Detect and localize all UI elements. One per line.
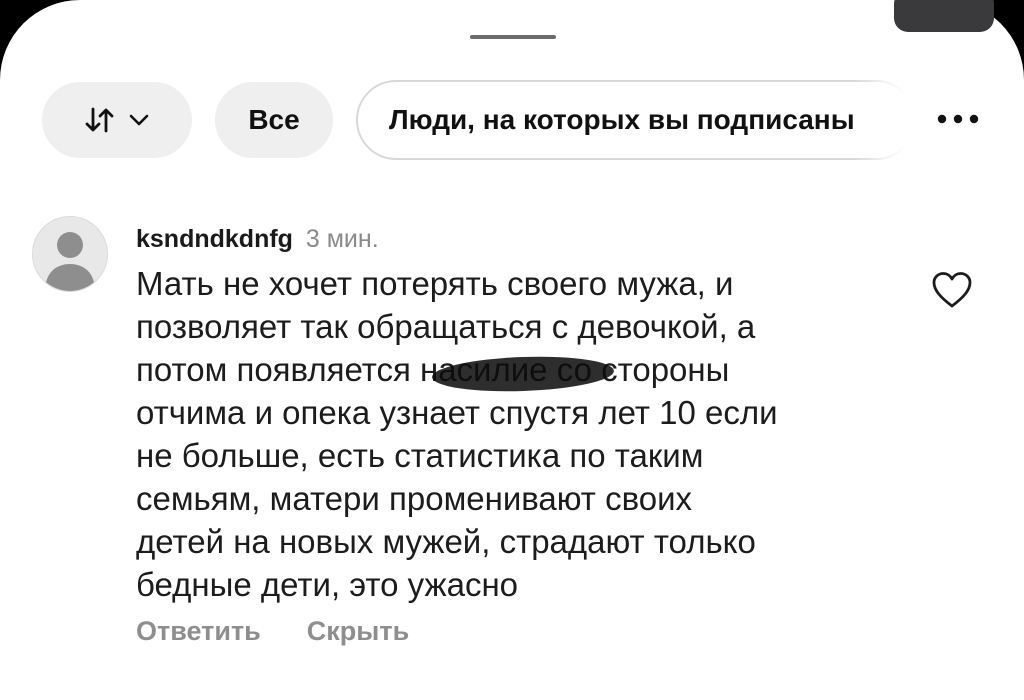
sort-button[interactable]: [42, 82, 192, 158]
reply-button[interactable]: Ответить: [136, 616, 261, 647]
top-corner-button[interactable]: [894, 0, 994, 32]
filter-following-button[interactable]: Люди, на которых вы подписаны: [356, 80, 916, 160]
commenter-avatar[interactable]: [32, 216, 108, 292]
comment-username[interactable]: ksndndkdnfg: [136, 225, 293, 253]
sheet-grabber[interactable]: [470, 35, 556, 39]
heart-outline-icon: [930, 270, 974, 315]
comment-item: ksndndkdnfg 3 мин. Мать не хочет потерят…: [136, 218, 896, 606]
comment-time: 3 мин.: [305, 225, 379, 253]
comment-meta: ksndndkdnfg 3 мин.: [136, 218, 896, 260]
like-button[interactable]: [928, 270, 976, 314]
filter-all-label: Все: [248, 104, 300, 135]
filter-scroll-fade: [852, 80, 922, 160]
filter-all-button[interactable]: Все: [215, 82, 333, 158]
hide-button[interactable]: Скрыть: [307, 616, 409, 647]
comment-actions: Ответить Скрыть: [136, 616, 409, 647]
more-horizontal-icon: [936, 111, 980, 129]
chevron-down-icon: [128, 113, 150, 127]
comments-sheet: Все Люди, на которых вы подписаны ksndnd…: [0, 0, 1024, 700]
sort-arrows-icon: [84, 106, 118, 134]
default-avatar-icon: [33, 232, 107, 291]
filter-following-label: Люди, на которых вы подписаны: [389, 104, 855, 135]
comment-text: Мать не хочет потерять своего мужа, и по…: [136, 265, 778, 603]
more-options-button[interactable]: [928, 100, 988, 140]
